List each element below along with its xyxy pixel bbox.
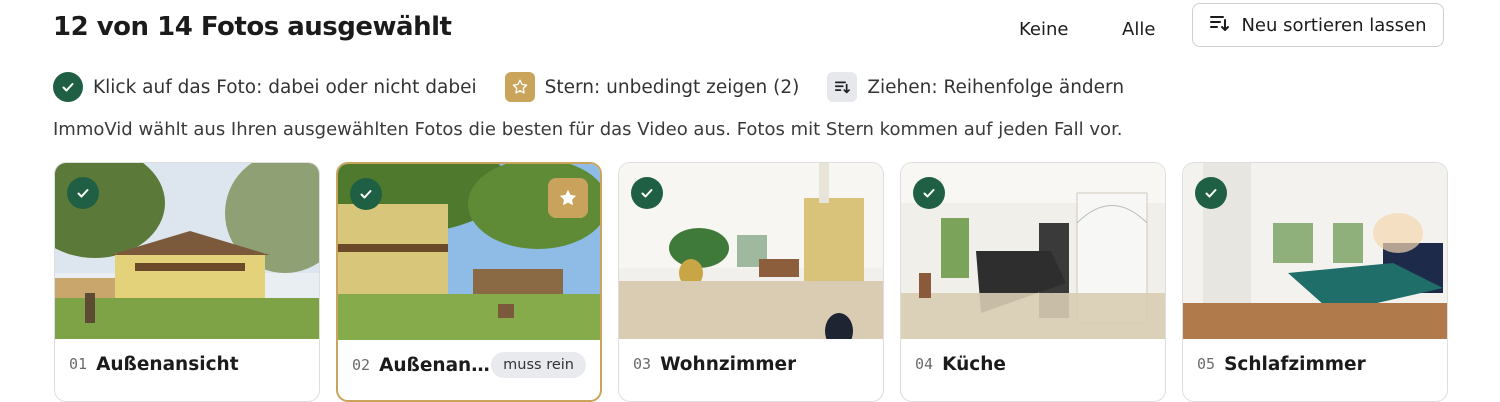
- photo-label: 02 Außenans… muss rein: [338, 340, 600, 390]
- star-icon: [504, 72, 535, 102]
- reorder-icon: [827, 72, 858, 102]
- legend: Klick auf das Foto: dabei oder nicht dab…: [53, 72, 1152, 102]
- selected-check-icon[interactable]: [631, 177, 663, 209]
- photo-number: 03: [633, 355, 652, 373]
- resort-button-label: Neu sortieren lassen: [1241, 14, 1427, 36]
- photo-grid: 01 Außenansicht 02 Außenans… muss rein 0…: [54, 162, 1448, 402]
- photo-name: Schlafzimmer: [1224, 353, 1366, 375]
- sort-icon: [1209, 14, 1230, 37]
- legend-select: Klick auf das Foto: dabei oder nicht dab…: [53, 72, 477, 102]
- selected-check-icon[interactable]: [913, 177, 945, 209]
- photo-label: 01 Außenansicht: [55, 339, 319, 389]
- check-icon: [53, 72, 83, 102]
- photo-name: Außenansicht: [96, 353, 239, 375]
- select-all-button[interactable]: Alle: [1122, 19, 1155, 40]
- resort-button[interactable]: Neu sortieren lassen: [1192, 3, 1444, 47]
- photo-number: 01: [69, 355, 88, 373]
- photo-name: Außenans…: [379, 354, 492, 376]
- photo-label: 03 Wohnzimmer: [619, 339, 883, 389]
- must-include-badge: muss rein: [491, 352, 586, 378]
- photo-number: 02: [352, 356, 371, 374]
- selected-check-icon[interactable]: [1195, 177, 1227, 209]
- photo-card[interactable]: 05 Schlafzimmer: [1182, 162, 1448, 402]
- photo-number: 04: [915, 355, 934, 373]
- photo-name: Küche: [942, 353, 1006, 375]
- page-title: 12 von 14 Fotos ausgewählt: [53, 12, 452, 42]
- info-text: ImmoVid wählt aus Ihren ausgewählten Fot…: [53, 119, 1123, 140]
- photo-name: Wohnzimmer: [660, 353, 797, 375]
- photo-label: 05 Schlafzimmer: [1183, 339, 1447, 389]
- photo-card-starred[interactable]: 02 Außenans… muss rein: [336, 162, 602, 402]
- star-icon[interactable]: [548, 178, 588, 218]
- selected-check-icon[interactable]: [350, 178, 382, 210]
- legend-star-text: Stern: unbedingt zeigen (2): [544, 76, 800, 98]
- selected-check-icon[interactable]: [67, 177, 99, 209]
- legend-select-text: Klick auf das Foto: dabei oder nicht dab…: [93, 76, 477, 98]
- photo-card[interactable]: 04 Küche: [900, 162, 1166, 402]
- legend-drag: Ziehen: Reihenfolge ändern: [827, 72, 1124, 102]
- legend-drag-text: Ziehen: Reihenfolge ändern: [867, 76, 1125, 98]
- legend-star: Stern: unbedingt zeigen (2): [504, 72, 800, 102]
- photo-number: 05: [1197, 355, 1216, 373]
- photo-card[interactable]: 03 Wohnzimmer: [618, 162, 884, 402]
- photo-card[interactable]: 01 Außenansicht: [54, 162, 320, 402]
- select-none-button[interactable]: Keine: [1019, 19, 1068, 40]
- photo-label: 04 Küche: [901, 339, 1165, 389]
